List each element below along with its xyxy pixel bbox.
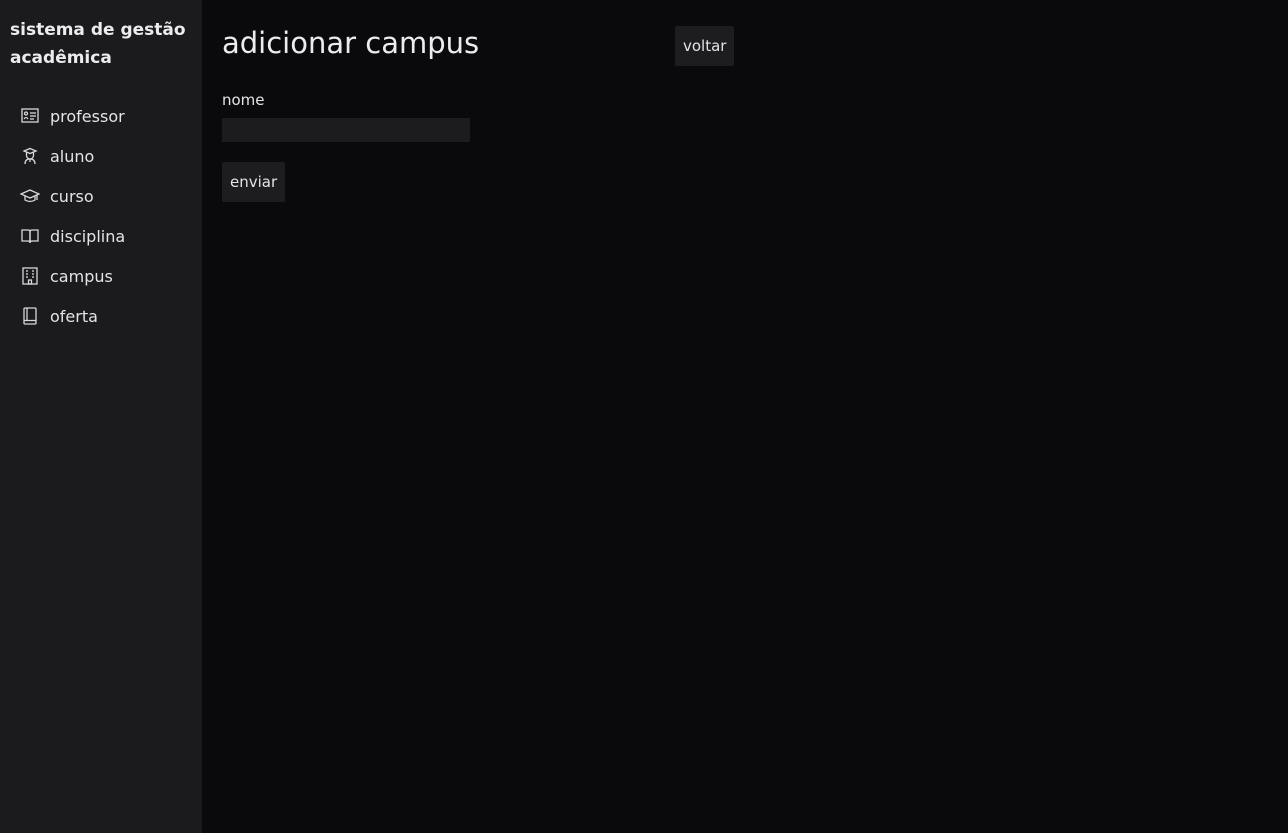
sidebar-item-label: disciplina: [50, 226, 126, 246]
sidebar-nav: professor aluno curso disciplina campus …: [10, 96, 202, 336]
nome-label: nome: [222, 91, 265, 109]
page-title: adicionar campus: [222, 26, 480, 60]
sidebar-item-professor[interactable]: professor: [10, 96, 202, 136]
sidebar-item-curso[interactable]: curso: [10, 176, 202, 216]
graduation-cap-icon: [20, 186, 40, 206]
sidebar-item-disciplina[interactable]: disciplina: [10, 216, 202, 256]
sidebar-item-label: oferta: [50, 306, 98, 326]
nome-field-group: nome: [222, 90, 1288, 142]
building-icon: [20, 266, 40, 286]
main-content: adicionar campus voltar nome enviar: [202, 0, 1288, 833]
sidebar-item-label: campus: [50, 266, 113, 286]
back-button[interactable]: voltar: [675, 26, 735, 66]
sidebar: sistema de gestão acadêmica professor al…: [0, 0, 202, 833]
sidebar-item-campus[interactable]: campus: [10, 256, 202, 296]
sidebar-item-aluno[interactable]: aluno: [10, 136, 202, 176]
campus-form: nome enviar: [222, 90, 1288, 202]
app-title: sistema de gestão acadêmica: [10, 20, 186, 68]
open-book-icon: [20, 226, 40, 246]
closed-book-icon: [20, 306, 40, 326]
app-root: sistema de gestão acadêmica professor al…: [0, 0, 1288, 833]
sidebar-item-oferta[interactable]: oferta: [10, 296, 202, 336]
student-icon: [20, 146, 40, 166]
nome-input[interactable]: [222, 118, 470, 142]
sidebar-item-label: professor: [50, 106, 125, 126]
presentation-board-icon: [20, 106, 40, 126]
sidebar-item-label: curso: [50, 186, 94, 206]
sidebar-item-label: aluno: [50, 146, 95, 166]
submit-button[interactable]: enviar: [222, 162, 286, 202]
